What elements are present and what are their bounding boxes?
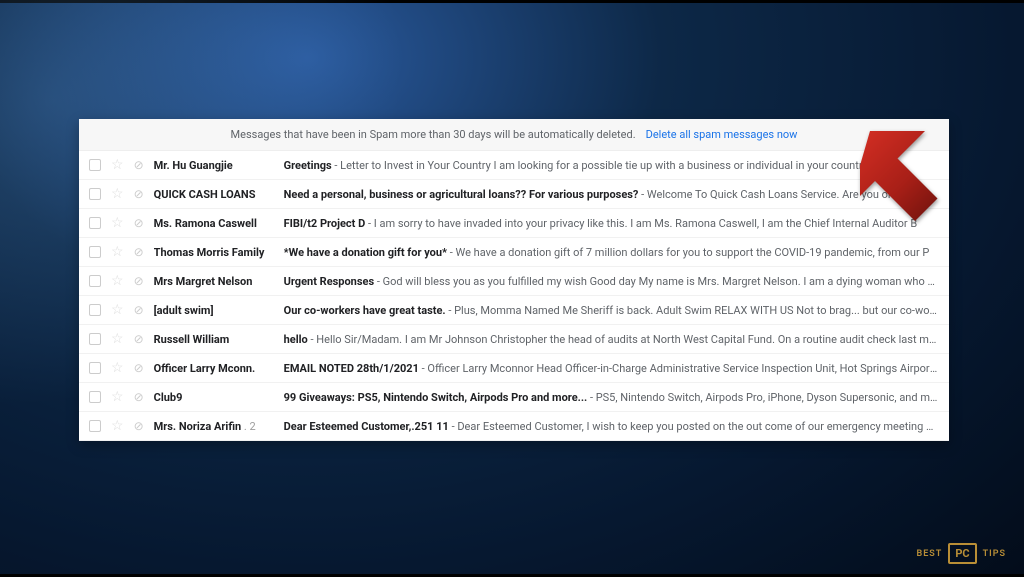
email-list: ☆ ⊘ Mr. Hu GuangjieGreetings - Letter to I…	[79, 151, 949, 441]
star-icon[interactable]: ☆	[111, 157, 124, 173]
sender-name: QUICK CASH LOANS	[154, 188, 284, 201]
watermark-logo: BEST PC TIPS	[916, 543, 1006, 564]
watermark-text-right: TIPS	[983, 549, 1006, 559]
subject-preview: Need a personal, business or agricultura…	[284, 188, 939, 201]
sender-name: Mrs. Noriza Arifin . 2	[154, 420, 284, 433]
spam-label-icon: ⊘	[134, 390, 144, 404]
subject-preview: EMAIL NOTED 28th/1/2021 - Officer Larry …	[284, 362, 939, 375]
spam-mailbox-panel: Messages that have been in Spam more tha…	[79, 119, 949, 441]
star-icon[interactable]: ☆	[111, 273, 124, 289]
star-icon[interactable]: ☆	[111, 389, 124, 405]
select-checkbox[interactable]	[89, 246, 101, 258]
subject-preview: FIBI/t2 Project D - I am sorry to have i…	[284, 217, 939, 230]
spam-label-icon: ⊘	[134, 216, 144, 230]
spam-notice-banner: Messages that have been in Spam more tha…	[79, 119, 949, 151]
email-row[interactable]: ☆ ⊘ Club999 Giveaways: PS5, Nintendo Switc…	[79, 383, 949, 412]
select-checkbox[interactable]	[89, 159, 101, 171]
select-checkbox[interactable]	[89, 217, 101, 229]
watermark-box: PC	[948, 543, 976, 564]
spam-label-icon: ⊘	[134, 419, 144, 433]
spam-label-icon: ⊘	[134, 158, 144, 172]
sender-name: Mrs Margret Nelson	[154, 275, 284, 288]
subject-preview: Urgent Responses - God will bless you as…	[284, 275, 939, 288]
star-icon[interactable]: ☆	[111, 302, 124, 318]
star-icon[interactable]: ☆	[111, 331, 124, 347]
sender-name: Thomas Morris Family	[154, 246, 284, 259]
star-icon[interactable]: ☆	[111, 244, 124, 260]
select-checkbox[interactable]	[89, 188, 101, 200]
sender-name: Russell William	[154, 333, 284, 346]
spam-label-icon: ⊘	[134, 245, 144, 259]
select-checkbox[interactable]	[89, 420, 101, 432]
banner-text: Messages that have been in Spam more tha…	[231, 128, 636, 141]
select-checkbox[interactable]	[89, 362, 101, 374]
sender-name: Club9	[154, 391, 284, 404]
email-row[interactable]: ☆ ⊘ Mr. Hu GuangjieGreetings - Letter to I…	[79, 151, 949, 180]
subject-preview: Greetings - Letter to Invest in Your Cou…	[284, 159, 939, 172]
spam-label-icon: ⊘	[134, 274, 144, 288]
sender-name: Mr. Hu Guangjie	[154, 159, 284, 172]
subject-preview: hello - Hello Sir/Madam. I am Mr Johnson…	[284, 333, 939, 346]
sender-name: Officer Larry Mconn.	[154, 362, 284, 375]
email-row[interactable]: ☆ ⊘ Mrs. Noriza Arifin . 2Dear Esteemed Cu…	[79, 412, 949, 441]
spam-label-icon: ⊘	[134, 361, 144, 375]
subject-preview: Our co-workers have great taste. - Plus,…	[284, 304, 939, 317]
email-row[interactable]: ☆ ⊘ Thomas Morris Family*We have a donatio…	[79, 238, 949, 267]
email-row[interactable]: ☆ ⊘ [adult swim]Our co-workers have great …	[79, 296, 949, 325]
star-icon[interactable]: ☆	[111, 418, 124, 434]
select-checkbox[interactable]	[89, 391, 101, 403]
spam-label-icon: ⊘	[134, 332, 144, 346]
email-row[interactable]: ☆ ⊘ QUICK CASH LOANSNeed a personal, busin…	[79, 180, 949, 209]
email-row[interactable]: ☆ ⊘ Officer Larry Mconn.EMAIL NOTED 28th/1…	[79, 354, 949, 383]
email-row[interactable]: ☆ ⊘ Russell Williamhello - Hello Sir/Madam…	[79, 325, 949, 354]
sender-name: [adult swim]	[154, 304, 284, 317]
subject-preview: 99 Giveaways: PS5, Nintendo Switch, Airp…	[284, 391, 939, 404]
select-checkbox[interactable]	[89, 304, 101, 316]
spam-label-icon: ⊘	[134, 303, 144, 317]
email-row[interactable]: ☆ ⊘ Ms. Ramona CaswellFIBI/t2 Project D - …	[79, 209, 949, 238]
select-checkbox[interactable]	[89, 275, 101, 287]
subject-preview: Dear Esteemed Customer,.251 11 - Dear Es…	[284, 420, 939, 433]
watermark-text-left: BEST	[916, 549, 942, 559]
select-checkbox[interactable]	[89, 333, 101, 345]
star-icon[interactable]: ☆	[111, 215, 124, 231]
email-row[interactable]: ☆ ⊘ Mrs Margret NelsonUrgent Responses - G…	[79, 267, 949, 296]
star-icon[interactable]: ☆	[111, 186, 124, 202]
delete-all-spam-link[interactable]: Delete all spam messages now	[646, 128, 798, 141]
star-icon[interactable]: ☆	[111, 360, 124, 376]
subject-preview: *We have a donation gift for you* - We h…	[284, 246, 939, 259]
sender-name: Ms. Ramona Caswell	[154, 217, 284, 230]
spam-label-icon: ⊘	[134, 187, 144, 201]
